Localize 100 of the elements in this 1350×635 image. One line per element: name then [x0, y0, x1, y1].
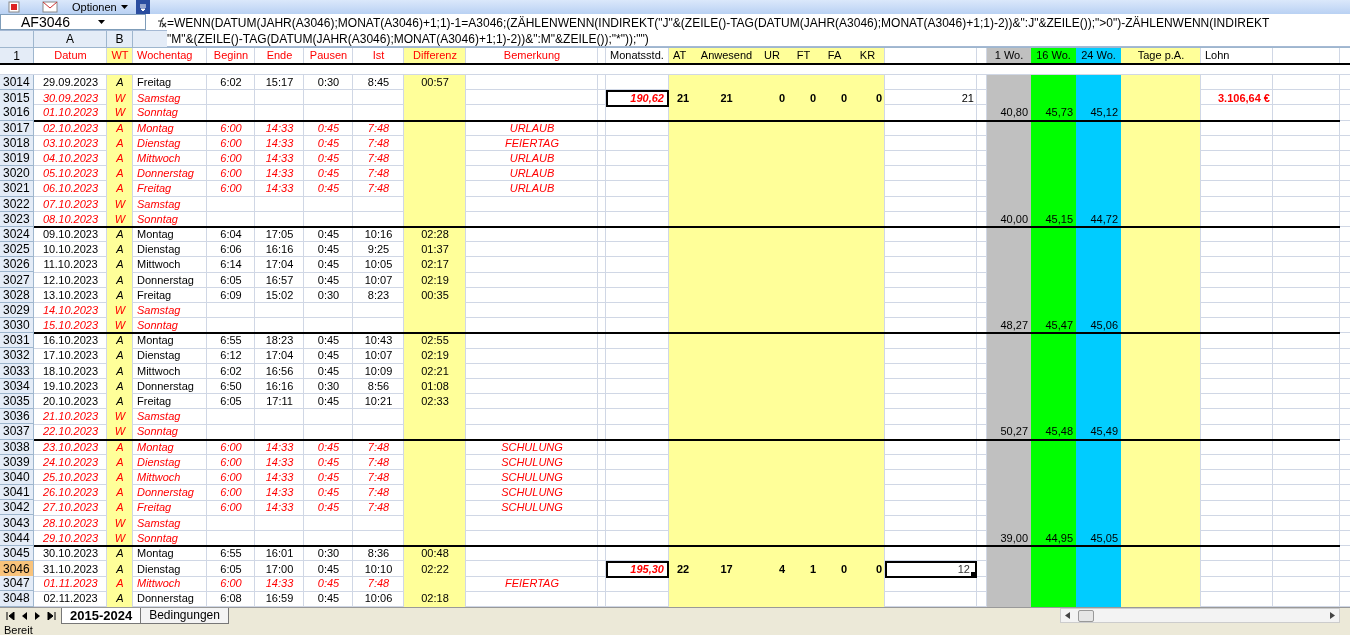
table-cell-text: 39,00 [999, 530, 1029, 546]
first-sheet-icon[interactable] [6, 611, 15, 620]
horizontal-scrollbar[interactable] [1060, 608, 1340, 624]
table-cell-text: 3.106,64 € [1217, 91, 1271, 107]
table-cell-text: 45,48 [1044, 424, 1074, 440]
table-cell-text: 10:07 [363, 348, 394, 364]
table-cell-text: 6:00 [219, 166, 243, 182]
table-cell-text: 31.10.2023 [41, 562, 100, 577]
table-cell-text: 17:04 [264, 257, 295, 273]
column-heading: Lohn [1204, 48, 1231, 63]
sheet-tab[interactable]: 2015-2024 [61, 607, 142, 624]
table-cell-text: 6:05 [219, 272, 243, 288]
row-header[interactable]: 3042 [0, 500, 34, 516]
column-heading: 1 Wo. [993, 48, 1025, 63]
table-cell-text: SCHULUNG [500, 485, 564, 501]
toolbar-options-icon[interactable] [135, 0, 150, 14]
table-cell-text: 21 [675, 91, 691, 107]
row-header[interactable]: 3016 [0, 105, 34, 121]
table-cell-text: 4 [777, 562, 786, 577]
options-menu[interactable]: Optionen [64, 0, 119, 14]
row-header[interactable]: 3043 [0, 515, 34, 531]
name-box[interactable]: AF3046 [0, 14, 146, 30]
table-cell-text: A [115, 166, 125, 182]
table-cell-text: SCHULUNG [500, 454, 564, 470]
table-cell-text: URLAUB [508, 166, 556, 182]
row-header[interactable]: 3021 [0, 181, 34, 197]
function-icon[interactable] [155, 16, 167, 28]
row-header[interactable]: 3014 [0, 75, 34, 91]
table-cell-text: A [115, 394, 125, 410]
mail-icon[interactable] [42, 1, 58, 13]
row-header[interactable]: 3032 [0, 348, 34, 364]
table-cell-text: 06.10.2023 [41, 181, 100, 197]
table-cell-text: 16:56 [264, 363, 295, 379]
table-cell-text: 02.10.2023 [41, 120, 100, 136]
table-cell-text: 14:33 [264, 151, 295, 167]
previous-sheet-icon[interactable] [21, 611, 28, 620]
document-icon[interactable] [8, 1, 20, 13]
table-cell-text: 8:56 [366, 378, 391, 394]
table-cell-text: A [115, 576, 125, 592]
row-header[interactable]: 3048 [0, 591, 34, 607]
table-cell-text: A [115, 242, 125, 258]
table-cell-text: 0:45 [316, 181, 341, 197]
table-cell-text: 0:30 [316, 287, 341, 303]
table-cell-text: 0:30 [316, 378, 341, 394]
table-cell-text: A [115, 545, 125, 561]
table-cell[interactable]: 12 [885, 561, 977, 578]
formula-field[interactable]: =WENN(DATUM(JAHR(A3046);MONAT(A3046)+1;1)-1=A3046;(ZÄHLENWENN(INDIREKT("J"&(ZEILE()-TAG(DATUM(JAHR(A3046);MONAT(A3046)+1;1)-2))&":J"&ZEILE());">0")-ZÄHLENWENN(INDIREKT "M"&(ZEILE()-TAG(DATUM(JAHR(A3046);MONAT(A3046)+1;1)-2))&":M"&ZEILE());"*"));"") [167, 14, 1350, 47]
row-header[interactable]: 3031 [0, 333, 34, 349]
table-cell-text: 44,72 [1089, 211, 1119, 227]
table-cell-text: A [115, 454, 125, 470]
table-cell-text: 08.10.2023 [41, 211, 100, 227]
row-header[interactable]: 3047 [0, 576, 34, 592]
table-cell-text: 01.11.2023 [42, 576, 99, 592]
column-heading: UR [763, 48, 781, 63]
row-header[interactable]: 3020 [0, 166, 34, 182]
table-cell-text: 9:25 [366, 242, 391, 258]
table-cell-text: A [115, 287, 125, 303]
column-header[interactable]: A [34, 31, 107, 47]
row-header[interactable]: 3026 [0, 257, 34, 273]
table-cell-text: 0:30 [316, 545, 341, 561]
column-header[interactable]: B [107, 31, 133, 47]
table-cell-text: Dienstag [136, 454, 182, 470]
table-cell-text: Dienstag [136, 135, 182, 151]
row-header[interactable]: 3030 [0, 318, 34, 334]
table-cell-text: W [113, 530, 127, 546]
table-cell-text: 7:48 [366, 181, 391, 197]
last-sheet-icon[interactable] [47, 611, 56, 620]
table-cell-text: 03.10.2023 [41, 135, 100, 151]
row-header[interactable]: 3041 [0, 485, 34, 501]
table-cell-text: A [115, 500, 125, 516]
next-sheet-icon[interactable] [34, 611, 41, 620]
table-cell-text: 30.09.2023 [41, 91, 100, 107]
table-cell-text: Sonntag [136, 318, 179, 334]
table-cell-text: A [115, 257, 125, 273]
dropdown-icon[interactable] [98, 20, 105, 24]
table-cell-text: 10:10 [363, 562, 394, 577]
scroll-right-icon[interactable] [1330, 612, 1335, 620]
scroll-left-icon[interactable] [1065, 612, 1070, 620]
table-cell-text: 02:19 [420, 272, 450, 288]
row-header[interactable]: 3036 [0, 409, 34, 425]
table-cell-text: W [113, 91, 127, 107]
column-heading: FA [826, 48, 843, 63]
table-cell-text: 7:48 [366, 135, 391, 151]
table-cell-text: 6:14 [219, 257, 243, 273]
row-header[interactable]: 3037 [0, 424, 34, 440]
table-cell-text: 19.10.2023 [41, 378, 100, 394]
sheet-tab[interactable]: Bedingungen [140, 607, 229, 624]
scroll-thumb[interactable] [1078, 609, 1094, 622]
table-cell-text: 17:05 [264, 226, 295, 242]
column-heading: Wochentag [136, 48, 194, 63]
row-header[interactable]: 1 [0, 48, 34, 63]
table-cell-text: URLAUB [508, 120, 556, 136]
table-cell-text: 6:05 [219, 562, 243, 577]
row-header[interactable]: 3027 [0, 272, 34, 288]
table-cell-text: 45,49 [1089, 424, 1119, 440]
table-cell-text: A [115, 591, 125, 607]
table-cell-text: SCHULUNG [500, 500, 564, 516]
row-header[interactable]: 3025 [0, 242, 34, 258]
table-cell-text: 30.10.2023 [41, 545, 100, 561]
table-cell-text: Freitag [136, 181, 173, 197]
